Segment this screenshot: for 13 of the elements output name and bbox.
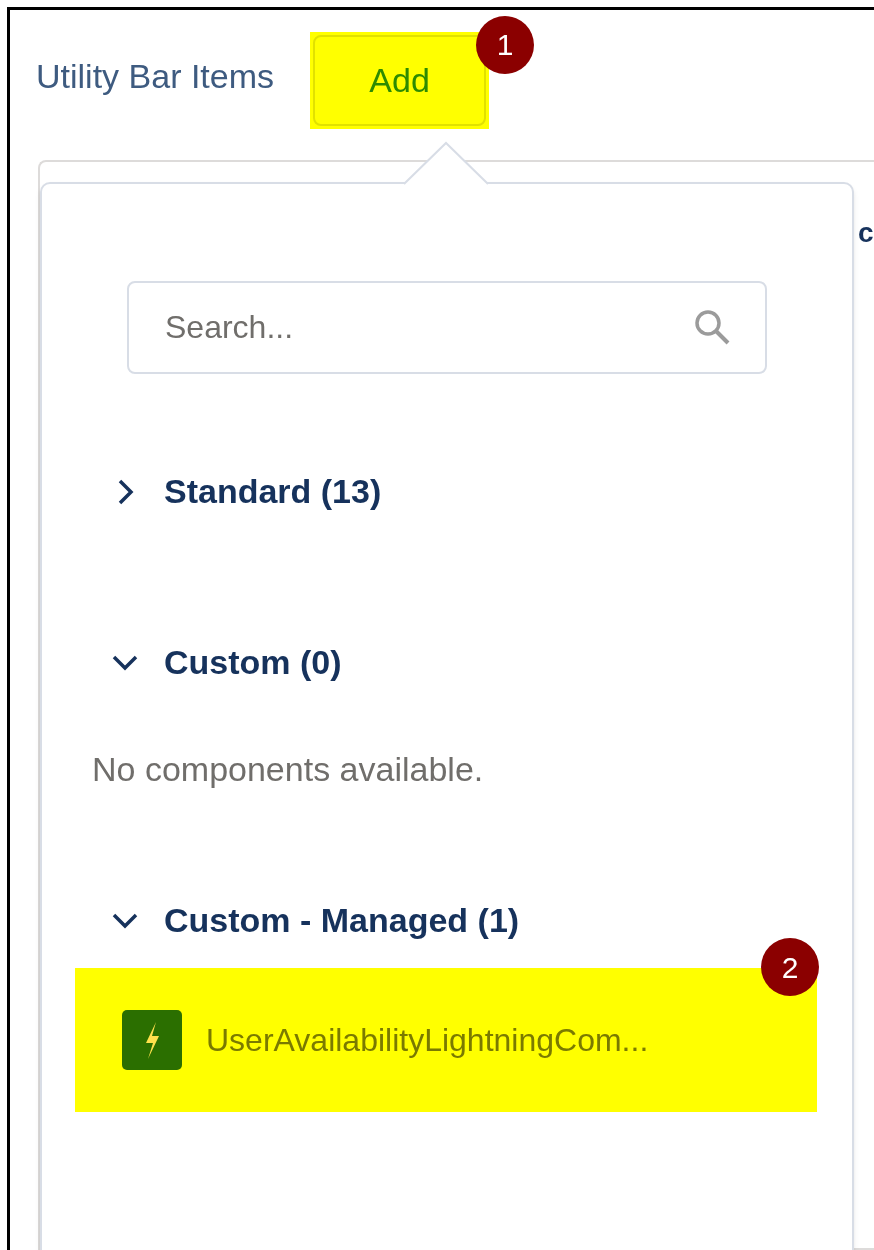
section-header[interactable]: Custom (0) [164, 637, 342, 688]
callout-number: 2 [761, 938, 819, 996]
component-name: UserAvailabilityLightningCom... [206, 1021, 649, 1060]
callout-number: 1 [476, 15, 535, 74]
section-header[interactable]: Custom - Managed (1) [164, 895, 520, 946]
search-field[interactable]: Search... [127, 281, 767, 374]
search-icon [693, 308, 731, 346]
empty-message: No components available. [92, 749, 485, 790]
add-button[interactable]: Add [313, 34, 487, 126]
section-title: Utility Bar Items [36, 55, 275, 97]
heading-text: c [858, 216, 874, 250]
lightning-icon [122, 1010, 182, 1070]
section-header[interactable]: Standard (13) [164, 466, 382, 517]
